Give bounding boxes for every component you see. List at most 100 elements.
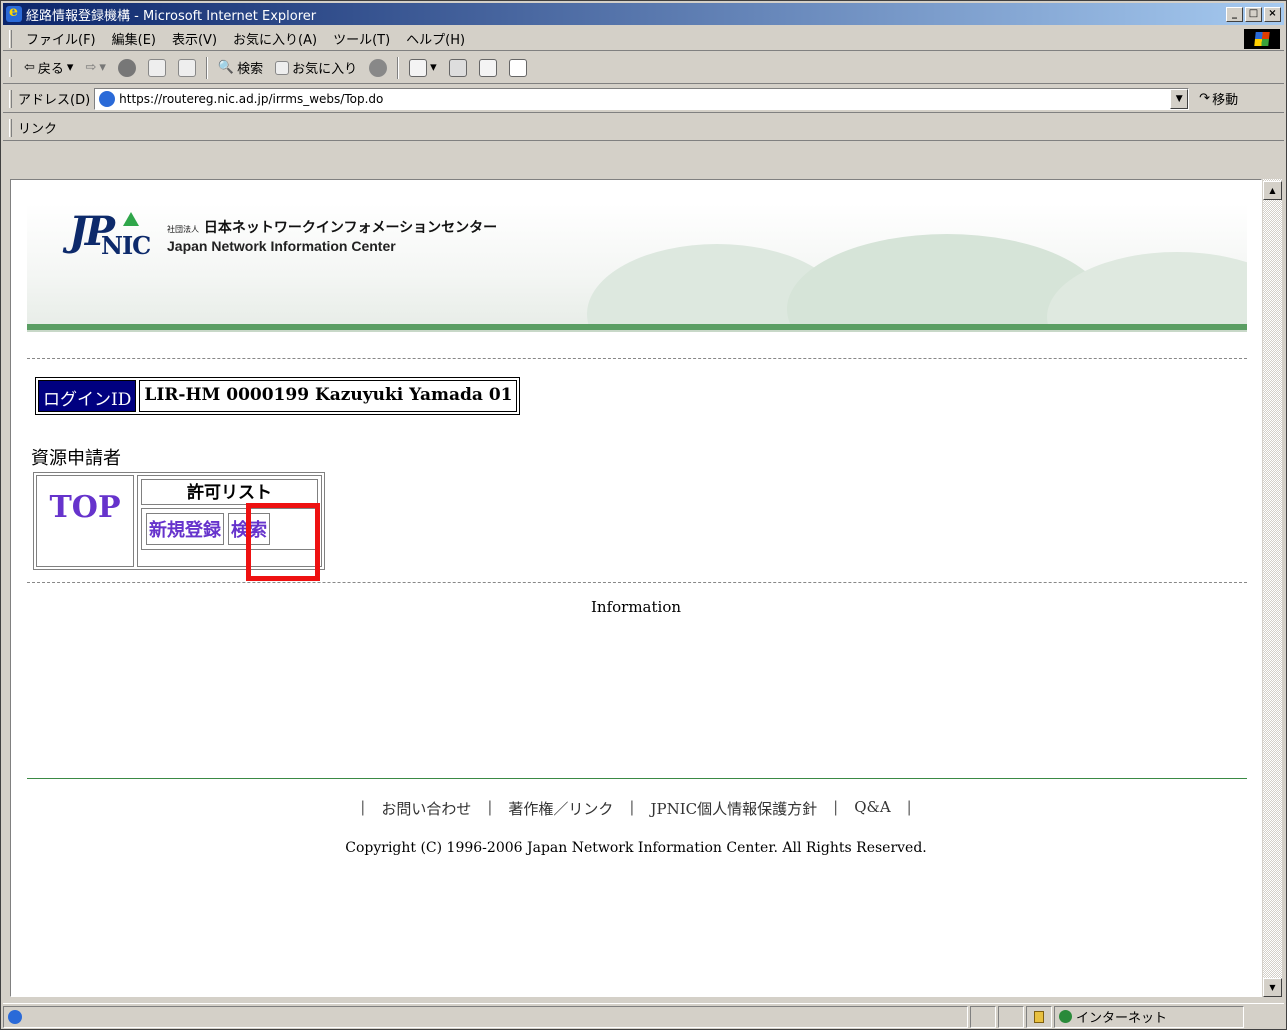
footer-separator: | [360,798,366,816]
footer-link-faq[interactable]: Q&A [854,798,890,819]
forward-button[interactable]: ⇨ ▾ [79,60,111,75]
divider [27,358,1247,359]
menu-favorites[interactable]: お気に入り(A) [225,29,325,48]
copyright-text: Copyright (C) 1996-2006 Japan Network In… [345,840,927,856]
refresh-button[interactable] [142,58,172,77]
banner-hill [1047,252,1247,332]
login-id-label: ログインID [38,380,137,412]
vertical-scrollbar[interactable]: ▲ ▼ [1262,179,1282,997]
mail-button[interactable]: ▾ [403,58,443,77]
org-name-en: Japan Network Information Center [167,238,396,254]
banner-stripe-light [27,330,1247,332]
footer-separator: | [629,798,635,816]
ie-icon [6,4,22,22]
close-button[interactable]: × [1264,6,1281,22]
menu-bar: ファイル(F) 編集(E) 表示(V) お気に入り(A) ツール(T) ヘルプ(… [3,27,1284,51]
address-label: アドレス(D) [18,93,91,108]
back-button[interactable]: ⇦ 戻る ▾ [18,58,79,77]
footer-separator: | [833,798,839,816]
favorites-button[interactable]: お気に入り [269,58,363,77]
go-button[interactable]: ↷ 移動 [1199,89,1238,108]
status-main [3,1005,968,1028]
org-type: 社団法人 [167,225,199,234]
footer-link-privacy[interactable]: JPNIC個人情報保護方針 [650,798,817,819]
zone-label: インターネット [1076,1011,1168,1026]
status-progress [970,1005,996,1028]
home-button[interactable] [172,58,202,77]
divider [27,582,1247,583]
toolbar-grip [9,58,12,77]
address-dropdown-icon[interactable]: ▼ [1170,88,1189,109]
search-icon: 🔍 [217,60,235,75]
title-bar: 経路情報登録機構 - Microsoft Internet Explorer _… [3,3,1284,25]
menu-file[interactable]: ファイル(F) [18,29,104,48]
toolbar-separator [205,56,208,79]
status-blank [998,1005,1024,1028]
back-arrow-icon: ⇦ [24,60,35,75]
login-id-value: LIR-HM 0000199 Kazuyuki Yamada 01 [139,380,518,412]
media-icon [369,58,388,77]
scroll-up-icon[interactable]: ▲ [1263,181,1282,200]
highlight-box [246,503,320,581]
print-icon [448,58,467,77]
page-status-icon [8,1009,22,1024]
jpnic-logo[interactable]: JP NIC [67,210,159,260]
discuss-button[interactable] [503,58,533,77]
org-name-jp: 社団法人 日本ネットワークインフォメーションセンター [167,217,497,237]
lock-icon [1034,1010,1044,1023]
page-viewport: JP NIC 社団法人 日本ネットワークインフォメーションセンター Japan … [10,179,1262,997]
dropdown-arrow-icon[interactable]: ▾ [99,60,106,75]
links-bar: リンク [3,115,1284,141]
menu-edit[interactable]: 編集(E) [104,29,164,48]
page-icon [99,90,116,107]
favorites-label: お気に入り [292,62,358,77]
media-button[interactable] [363,58,393,77]
address-url[interactable]: https://routereg.nic.ad.jp/irrms_webs/To… [119,92,383,106]
org-name-jp-text: 日本ネットワークインフォメーションセンター [203,220,498,236]
footer-separator: | [906,798,912,816]
go-label: 移動 [1212,93,1239,108]
scroll-down-icon[interactable]: ▼ [1263,978,1282,997]
address-bar: アドレス(D) https://routereg.nic.ad.jp/irrms… [3,85,1284,113]
logo-nic: NIC [101,231,151,260]
menu-tools[interactable]: ツール(T) [325,29,398,48]
search-button[interactable]: 🔍 検索 [212,58,269,77]
dropdown-arrow-icon[interactable]: ▾ [67,60,74,75]
new-registration-link[interactable]: 新規登録 [146,513,224,545]
menu-view[interactable]: 表示(V) [164,29,225,48]
dropdown-arrow-icon[interactable]: ▾ [430,60,437,75]
globe-icon [1059,1010,1072,1023]
top-link[interactable]: TOP [36,475,134,567]
header-banner: JP NIC 社団法人 日本ネットワークインフォメーションセンター Japan … [27,204,1247,332]
minimize-button[interactable]: _ [1226,6,1243,22]
go-arrow-icon: ↷ [1199,91,1211,106]
edit-button[interactable] [473,58,503,77]
login-info: ログインID LIR-HM 0000199 Kazuyuki Yamada 01 [35,377,521,415]
address-input[interactable]: https://routereg.nic.ad.jp/irrms_webs/To… [94,87,1190,110]
back-label: 戻る [37,62,64,77]
footer-link-copyright[interactable]: 著作権／リンク [508,798,613,819]
maximize-button[interactable]: □ [1245,6,1262,22]
window-title: 経路情報登録機構 - Microsoft Internet Explorer [26,8,317,24]
status-zone: インターネット [1054,1005,1244,1028]
edit-icon [478,58,497,77]
logo-triangle-icon [123,212,139,226]
search-label: 検索 [237,62,264,77]
menu-help[interactable]: ヘルプ(H) [398,29,473,48]
toolbar-separator [397,56,400,79]
toolbar-grip [9,118,12,137]
window-controls: _ □ × [1226,6,1281,22]
print-button[interactable] [443,58,473,77]
footer-links: | お問い合わせ | 著作権／リンク | JPNIC個人情報保護方針 | Q&A… [11,798,1261,819]
stop-button[interactable] [112,58,142,77]
refresh-icon [147,58,166,77]
information-heading: Information [590,598,682,616]
footer-separator: | [487,798,493,816]
mail-icon [409,58,428,77]
links-label[interactable]: リンク [18,118,57,137]
permit-list-title: 許可リスト [141,479,318,505]
forward-arrow-icon: ⇨ [85,60,97,75]
footer-link-contact[interactable]: お問い合わせ [381,798,471,819]
role-label: 資源申請者 [31,448,121,469]
footer-divider [27,778,1247,779]
